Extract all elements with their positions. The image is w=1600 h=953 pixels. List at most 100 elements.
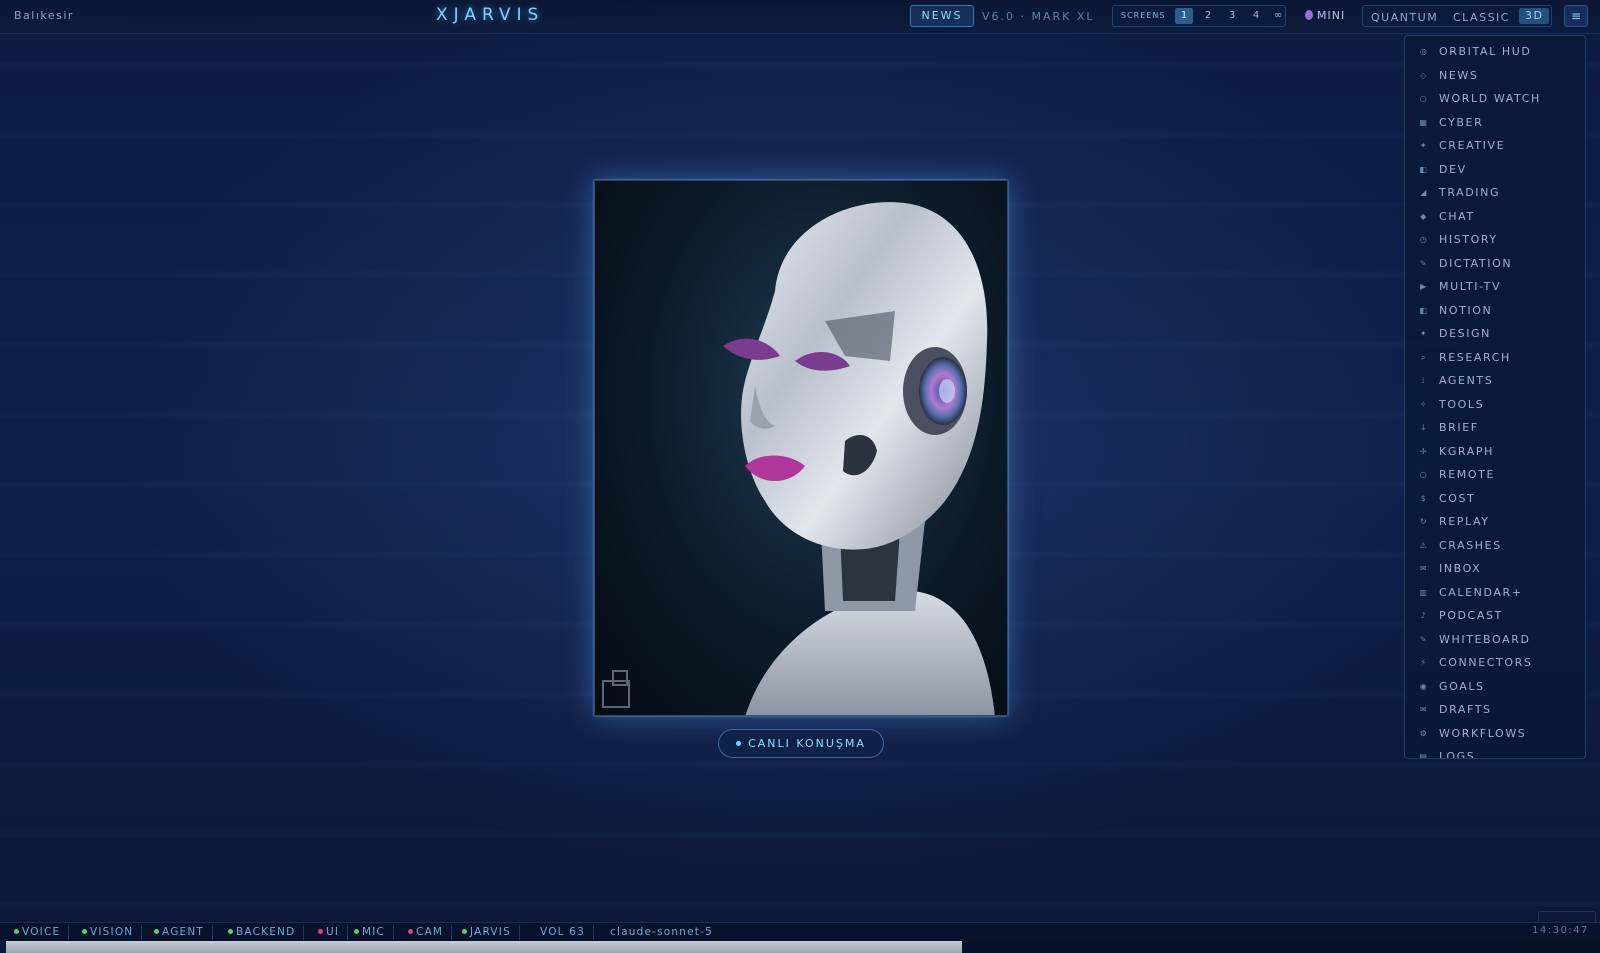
sidemenu-item-kgraph[interactable]: ✢ KGRAPH bbox=[1405, 440, 1585, 463]
screen-button-2[interactable]: 2 bbox=[1199, 8, 1217, 24]
hamburger-icon: ≡ bbox=[1570, 9, 1582, 23]
sidemenu-item-trading[interactable]: ◢ TRADING bbox=[1405, 181, 1585, 204]
sidemenu-item-dictation[interactable]: ✎ DICTATION bbox=[1405, 252, 1585, 275]
sidemenu-item-calendar[interactable]: ▥ CALENDAR+ bbox=[1405, 581, 1585, 604]
status-dot-icon bbox=[154, 929, 159, 934]
sidemenu-item-label: CREATIVE bbox=[1439, 139, 1506, 152]
whiteboard-icon: ✎ bbox=[1419, 634, 1429, 644]
sidemenu-item-label: NOTION bbox=[1439, 303, 1493, 317]
sidemenu-item-inbox[interactable]: ✉ INBOX bbox=[1405, 557, 1585, 580]
sidemenu-item-drafts[interactable]: ✉ DRAFTS bbox=[1405, 698, 1585, 721]
sidemenu-item-news[interactable]: ◇ NEWS bbox=[1405, 64, 1585, 87]
brief-icon: ↓ bbox=[1419, 423, 1429, 432]
status-mic[interactable]: MIC bbox=[354, 925, 395, 940]
status-dot-icon bbox=[14, 929, 19, 934]
sidemenu-item-design[interactable]: ✦ DESIGN bbox=[1405, 322, 1585, 345]
news-icon: ◇ bbox=[1420, 70, 1428, 80]
remote-icon: ○ bbox=[1419, 470, 1429, 479]
orbit-icon: ◎ bbox=[1419, 47, 1429, 56]
robot-portrait bbox=[594, 180, 1008, 716]
replay-icon: ↻ bbox=[1419, 517, 1429, 526]
sidemenu-item-label: AGENTS bbox=[1439, 374, 1494, 387]
sidemenu-item-crashes[interactable]: ⚠ CRASHES bbox=[1405, 534, 1585, 557]
target-icon: ◉ bbox=[1419, 681, 1429, 691]
sidemenu-item-label: TRADING bbox=[1439, 186, 1501, 199]
sidemenu-item-label: LOGS bbox=[1439, 750, 1476, 759]
screen-button-4[interactable]: 4 bbox=[1247, 8, 1265, 24]
live-dot-icon bbox=[736, 741, 742, 746]
screen-button-infinite[interactable]: ∞ bbox=[1269, 8, 1287, 24]
sidemenu-item-replay[interactable]: ↻ REPLAY bbox=[1405, 510, 1585, 533]
sidemenu-item-label: ORBITAL HUD bbox=[1439, 45, 1532, 58]
chart-icon: ◢ bbox=[1420, 188, 1428, 197]
sidemenu-item-podcast[interactable]: ♪ PODCAST bbox=[1405, 604, 1585, 627]
sidemenu-item-notion[interactable]: ◧ NOTION bbox=[1405, 299, 1585, 322]
model-name[interactable]: claude-sonnet-5 bbox=[610, 925, 721, 940]
sidemenu-item-label: DESIGN bbox=[1439, 327, 1491, 340]
sidemenu-item-orbital-hud[interactable]: ◎ ORBITAL HUD bbox=[1405, 40, 1585, 63]
corner-widget[interactable] bbox=[1538, 911, 1596, 923]
sidemenu-item-workflows[interactable]: ⚙ WORKFLOWS bbox=[1405, 722, 1585, 745]
status-backend[interactable]: BACKEND bbox=[228, 925, 305, 940]
sidemenu-item-label: REPLAY bbox=[1439, 515, 1490, 528]
sidemenu-item-history[interactable]: ◷ HISTORY bbox=[1405, 228, 1585, 251]
sidemenu-item-label: CONNECTORS bbox=[1439, 656, 1533, 669]
sidemenu-item-label: REMOTE bbox=[1439, 468, 1496, 481]
sidemenu-item-multi-tv[interactable]: ▶ MULTI-TV bbox=[1405, 275, 1585, 298]
screen-button-1[interactable]: 1 bbox=[1175, 8, 1193, 24]
status-dot-icon bbox=[228, 929, 233, 934]
sidemenu-item-research[interactable]: ⌕ RESEARCH bbox=[1405, 346, 1585, 369]
status-bar: VOICE VISION AGENT BACKEND UI MIC CAM JARVIS VOL… bbox=[0, 922, 1600, 941]
sidemenu-item-tools[interactable]: ✧ TOOLS bbox=[1405, 393, 1585, 416]
progress-track[interactable] bbox=[6, 941, 1600, 953]
graph-icon: ✢ bbox=[1419, 446, 1429, 456]
sidemenu-item-label: RESEARCH bbox=[1439, 350, 1511, 364]
sidemenu-item-label: NEWS bbox=[1439, 68, 1479, 82]
sidemenu-item-chat[interactable]: ◆ CHAT bbox=[1405, 205, 1585, 228]
status-agent[interactable]: AGENT bbox=[154, 925, 214, 940]
sidemenu-item-logs[interactable]: ▤ LOGS bbox=[1405, 745, 1585, 759]
live-conversation-button[interactable]: CANLI KONUŞMA bbox=[718, 729, 884, 758]
screen-button-3[interactable]: 3 bbox=[1223, 8, 1241, 24]
sidemenu-item-brief[interactable]: ↓ BRIEF bbox=[1405, 416, 1585, 439]
brand-title[interactable]: XJARVIS bbox=[428, 5, 552, 29]
sidemenu-item-world-watch[interactable]: ○ WORLD WATCH bbox=[1405, 87, 1585, 110]
news-button[interactable]: NEWS bbox=[910, 5, 974, 27]
status-vision[interactable]: VISION bbox=[82, 925, 143, 940]
menu-button[interactable]: ≡ bbox=[1564, 5, 1588, 27]
sidemenu-item-label: BRIEF bbox=[1439, 421, 1479, 434]
status-jarvis[interactable]: JARVIS bbox=[462, 925, 520, 940]
sidemenu-item-remote[interactable]: ○ REMOTE bbox=[1405, 463, 1585, 486]
sidemenu-item-whiteboard[interactable]: ✎ WHITEBOARD bbox=[1405, 628, 1585, 651]
sidemenu-item-label: MULTI-TV bbox=[1439, 280, 1502, 293]
sidemenu-item-cyber[interactable]: ▦ CYBER bbox=[1405, 111, 1585, 134]
status-dot-icon bbox=[82, 929, 87, 934]
sparkle-icon: ✦ bbox=[1419, 141, 1429, 150]
sidemenu-item-creative[interactable]: ✦ CREATIVE bbox=[1405, 134, 1585, 157]
sidemenu-item-dev[interactable]: ◧ DEV bbox=[1405, 158, 1585, 181]
mini-button[interactable]: MINI bbox=[1305, 9, 1345, 22]
status-voice[interactable]: VOICE bbox=[14, 925, 70, 940]
notion-icon: ◧ bbox=[1419, 305, 1429, 315]
sidemenu-item-agents[interactable]: ⁞ AGENTS bbox=[1405, 369, 1585, 392]
lightning-icon: ⚡ bbox=[1420, 658, 1428, 667]
live-conversation-label: CANLI KONUŞMA bbox=[748, 737, 866, 750]
mode-3d[interactable]: 3D bbox=[1519, 8, 1550, 24]
status-ui[interactable]: UI bbox=[318, 925, 349, 940]
mode-quantum[interactable]: QUANTUM bbox=[1371, 11, 1438, 24]
sidemenu-item-goals[interactable]: ◉ GOALS bbox=[1405, 675, 1585, 698]
mail-icon: ✉ bbox=[1419, 564, 1429, 573]
dollar-icon: $ bbox=[1420, 493, 1428, 503]
sidemenu-item-label: HISTORY bbox=[1439, 233, 1498, 246]
volume-indicator[interactable]: VOL 63 bbox=[540, 925, 595, 940]
clock: 14:30:47 bbox=[1532, 925, 1589, 936]
status-dot-icon bbox=[408, 929, 413, 934]
status-label: BACKEND bbox=[236, 926, 296, 938]
robot-portrait-icon bbox=[602, 202, 995, 715]
orb-icon bbox=[1305, 10, 1313, 20]
sidemenu-item-connectors[interactable]: ⚡ CONNECTORS bbox=[1405, 651, 1585, 674]
sidemenu-item-cost[interactable]: $ COST bbox=[1405, 487, 1585, 510]
status-cam[interactable]: CAM bbox=[408, 925, 453, 940]
sidemenu-item-label: DRAFTS bbox=[1439, 703, 1492, 716]
mode-classic[interactable]: CLASSIC bbox=[1453, 11, 1510, 24]
